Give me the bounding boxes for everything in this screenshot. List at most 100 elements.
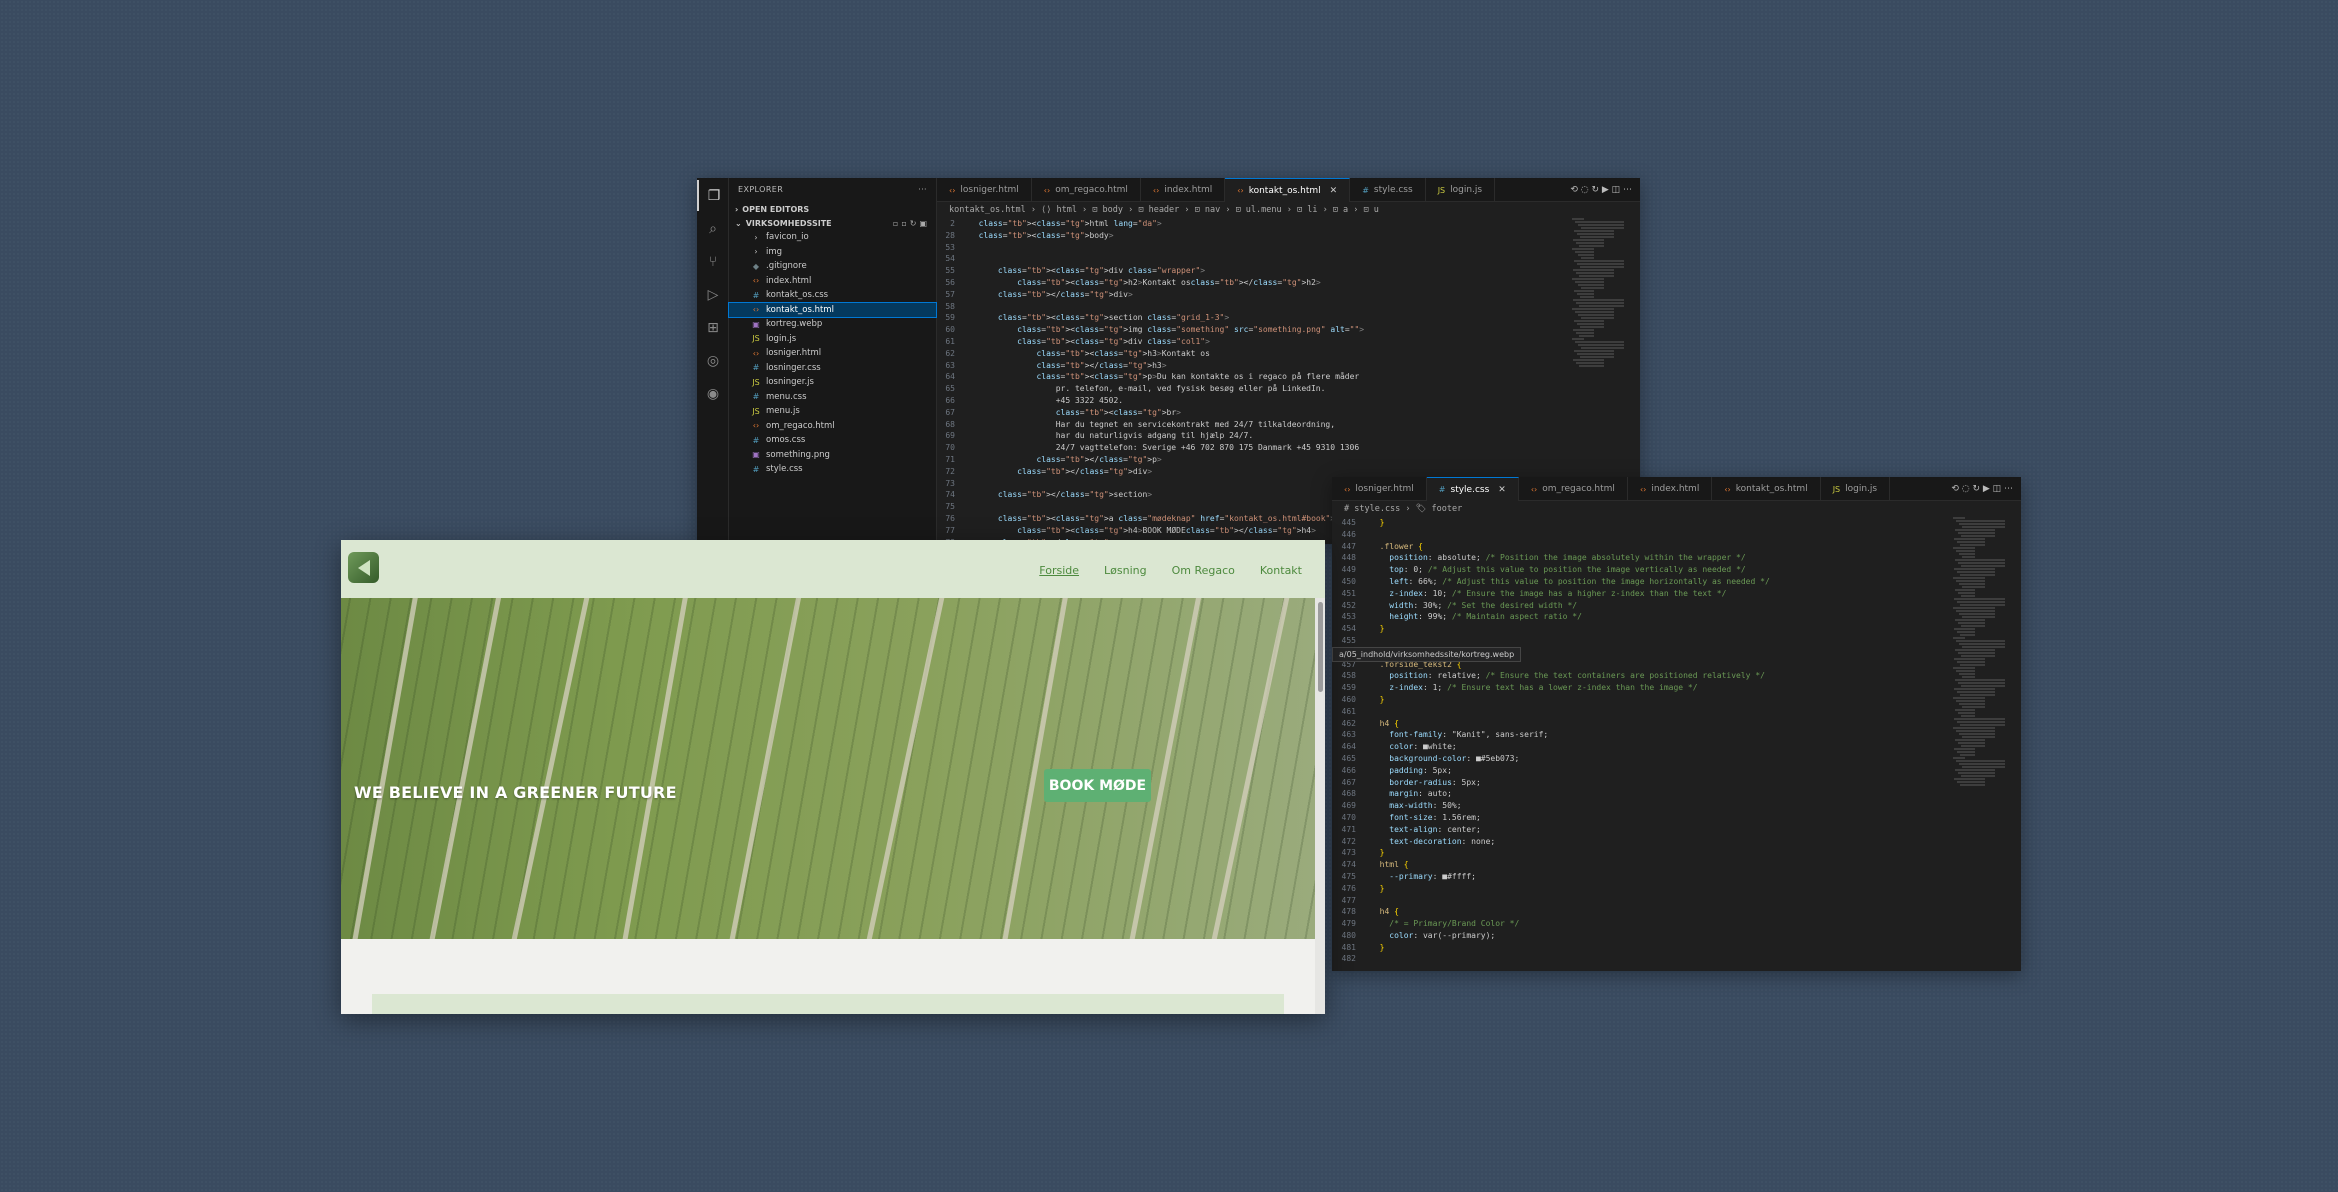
breadcrumb[interactable]: kontakt_os.html › ⟨⟩ html › ⊡ body › ⊡ h… bbox=[937, 202, 1640, 218]
tab-index-html[interactable]: ‹› index.html bbox=[1141, 178, 1226, 202]
code-line[interactable]: 469 max-width: 50%; bbox=[1332, 800, 2021, 812]
tab-losniger-html[interactable]: ‹› losniger.html bbox=[937, 178, 1032, 202]
code-line[interactable]: 58 bbox=[937, 301, 1640, 313]
tab-style-css[interactable]: # style.css ✕ bbox=[1426, 477, 1519, 501]
breadcrumb[interactable]: # style.css › 🏷 footer bbox=[1332, 501, 2021, 517]
code-line[interactable]: 473 } bbox=[1332, 847, 2021, 859]
file-item[interactable]: # omos.css bbox=[729, 433, 936, 448]
code-line[interactable]: 446 bbox=[1332, 529, 2021, 541]
code-line[interactable]: 479 /* = Primary/Brand Color */ bbox=[1332, 918, 2021, 930]
file-item[interactable]: # kontakt_os.css bbox=[729, 288, 936, 303]
code-line[interactable]: 66 +45 3322 4502. bbox=[937, 395, 1640, 407]
code-line[interactable]: 455 bbox=[1332, 635, 2021, 647]
code-line[interactable]: 2 class="tb"><class="tg">html lang="da"> bbox=[937, 218, 1640, 230]
book-meeting-button[interactable]: BOOK MØDE bbox=[1044, 769, 1151, 802]
tab-om-regaco-html[interactable]: ‹› om_regaco.html bbox=[1032, 178, 1141, 202]
minimap[interactable] bbox=[1953, 517, 2013, 786]
tab-om-regaco-html[interactable]: ‹› om_regaco.html bbox=[1519, 477, 1628, 501]
code-line[interactable]: 461 bbox=[1332, 706, 2021, 718]
remote-icon[interactable]: ◎ bbox=[697, 345, 729, 376]
code-line[interactable]: 448 position: absolute; /* Position the … bbox=[1332, 552, 2021, 564]
tab-login-js[interactable]: JS login.js bbox=[1821, 477, 1891, 501]
file-item[interactable]: ‹› kontakt_os.html bbox=[728, 301, 937, 318]
file-item[interactable]: # style.css bbox=[729, 462, 936, 477]
regaco-logo[interactable] bbox=[348, 552, 379, 583]
code-line[interactable]: 470 font-size: 1.56rem; bbox=[1332, 812, 2021, 824]
code-line[interactable]: 465 background-color: ■#5eb073; bbox=[1332, 753, 2021, 765]
close-icon[interactable]: ✕ bbox=[1330, 186, 1338, 196]
code-line[interactable]: 55 class="tb"><class="tg">div class="wra… bbox=[937, 265, 1640, 277]
code-line[interactable]: 70 24/7 vagttelefon: Sverige +46 702 870… bbox=[937, 442, 1640, 454]
code-line[interactable]: 472 text-decoration: none; bbox=[1332, 836, 2021, 848]
run-debug-icon[interactable]: ▷ bbox=[697, 279, 729, 310]
nav-link-losning[interactable]: Løsning bbox=[1104, 564, 1147, 577]
file-item[interactable]: › img bbox=[729, 245, 936, 260]
code-line[interactable]: 65 pr. telefon, e-mail, ved fysisk besøg… bbox=[937, 383, 1640, 395]
close-icon[interactable]: ✕ bbox=[1498, 485, 1506, 495]
project-section[interactable]: ⌄ VIRKSOMHEDSSITE ▫▫↻▣ bbox=[729, 216, 936, 230]
file-item[interactable]: ▣ something.png bbox=[729, 448, 936, 463]
code-line[interactable]: 63 class="tb"></class="tg">h3> bbox=[937, 360, 1640, 372]
file-item[interactable]: ‹› index.html bbox=[729, 274, 936, 289]
accounts-icon[interactable]: ◉ bbox=[697, 378, 729, 409]
editor-actions[interactable]: ⟲ ◌ ↻ ▶ ◫ ⋯ bbox=[1570, 178, 1640, 201]
search-icon[interactable]: ⌕ bbox=[697, 213, 729, 244]
code-line[interactable]: 28 class="tb"><class="tg">body> bbox=[937, 230, 1640, 242]
code-line[interactable]: 481 } bbox=[1332, 942, 2021, 954]
code-line[interactable]: 447 .flower { bbox=[1332, 541, 2021, 553]
code-line[interactable]: 478 h4 { bbox=[1332, 906, 2021, 918]
code-line[interactable]: 69 har du naturligvis adgang til hjælp 2… bbox=[937, 430, 1640, 442]
tab-kontakt-os-html[interactable]: ‹› kontakt_os.html ✕ bbox=[1225, 178, 1351, 202]
code-line[interactable]: 60 class="tb"><class="tg">img class="som… bbox=[937, 324, 1640, 336]
nav-link-om-regaco[interactable]: Om Regaco bbox=[1172, 564, 1235, 577]
code-line[interactable]: 477 bbox=[1332, 895, 2021, 907]
code-line[interactable]: 56 class="tb"><class="tg">h2>Kontakt osc… bbox=[937, 277, 1640, 289]
code-line[interactable]: 61 class="tb"><class="tg">div class="col… bbox=[937, 336, 1640, 348]
more-actions-icon[interactable]: ··· bbox=[918, 185, 927, 195]
code-line[interactable]: 445 } bbox=[1332, 517, 2021, 529]
file-item[interactable]: # menu.css bbox=[729, 390, 936, 405]
code-line[interactable]: 57 class="tb"></class="tg">div> bbox=[937, 289, 1640, 301]
nav-link-kontakt[interactable]: Kontakt bbox=[1260, 564, 1302, 577]
tab-losniger-html[interactable]: ‹› losniger.html bbox=[1332, 477, 1427, 501]
code-line[interactable]: 454 } bbox=[1332, 623, 2021, 635]
nav-link-forside[interactable]: Forside bbox=[1039, 564, 1079, 577]
code-line[interactable]: 471 text-align: center; bbox=[1332, 824, 2021, 836]
code-line[interactable]: 62 class="tb"><class="tg">h3>Kontakt os bbox=[937, 348, 1640, 360]
code-line[interactable]: 54 bbox=[937, 253, 1640, 265]
code-line[interactable]: 64 class="tb"><class="tg">p>Du kan konta… bbox=[937, 371, 1640, 383]
code-line[interactable]: 468 margin: auto; bbox=[1332, 788, 2021, 800]
minimap[interactable] bbox=[1572, 218, 1632, 438]
code-line[interactable]: 72 class="tb"></class="tg">div> bbox=[937, 466, 1640, 478]
explorer-toolbar[interactable]: ▫▫↻▣ bbox=[893, 219, 930, 228]
code-line[interactable]: 67 class="tb"><class="tg">br> bbox=[937, 407, 1640, 419]
code-line[interactable]: 450 left: 66%; /* Adjust this value to p… bbox=[1332, 576, 2021, 588]
code-line[interactable]: 466 padding: 5px; bbox=[1332, 765, 2021, 777]
code-line[interactable]: 474 html { bbox=[1332, 859, 2021, 871]
open-editors-section[interactable]: › OPEN EDITORS bbox=[729, 202, 936, 216]
code-line[interactable]: 452 width: 30%; /* Set the desired width… bbox=[1332, 600, 2021, 612]
source-control-icon[interactable]: ⑂ bbox=[697, 246, 729, 277]
tab-login-js[interactable]: JS login.js bbox=[1426, 178, 1496, 202]
tab-style-css[interactable]: # style.css bbox=[1350, 178, 1426, 202]
code-line[interactable]: 480 color: var(--primary); bbox=[1332, 930, 2021, 942]
code-line[interactable]: 460 } bbox=[1332, 694, 2021, 706]
file-item[interactable]: # losninger.css bbox=[729, 361, 936, 376]
code-line[interactable]: 475 --primary: ■#ffff; bbox=[1332, 871, 2021, 883]
extensions-icon[interactable]: ⊞ bbox=[697, 312, 729, 343]
file-item[interactable]: JS menu.js bbox=[729, 404, 936, 419]
code-line[interactable]: 482 bbox=[1332, 953, 2021, 965]
file-item[interactable]: ◆ .gitignore bbox=[729, 259, 936, 274]
code-line[interactable]: 71 class="tb"></class="tg">p> bbox=[937, 454, 1640, 466]
code-line[interactable]: 449 top: 0; /* Adjust this value to posi… bbox=[1332, 564, 2021, 576]
scrollbar-thumb[interactable] bbox=[1318, 602, 1323, 692]
code-line[interactable]: 453 height: 99%; /* Maintain aspect rati… bbox=[1332, 611, 2021, 623]
code-line[interactable]: 459 z-index: 1; /* Ensure text has a low… bbox=[1332, 682, 2021, 694]
file-item[interactable]: ‹› om_regaco.html bbox=[729, 419, 936, 434]
code-line[interactable]: 462 h4 { bbox=[1332, 718, 2021, 730]
file-item[interactable]: ▣ kortreg.webp bbox=[729, 317, 936, 332]
file-item[interactable]: JS login.js bbox=[729, 332, 936, 347]
code-line[interactable]: 451 z-index: 10; /* Ensure the image has… bbox=[1332, 588, 2021, 600]
code-editor[interactable]: 445 } 446 447 .flower {448 position: absol… bbox=[1332, 517, 2021, 971]
code-line[interactable]: 59 class="tb"><class="tg">section class=… bbox=[937, 312, 1640, 324]
